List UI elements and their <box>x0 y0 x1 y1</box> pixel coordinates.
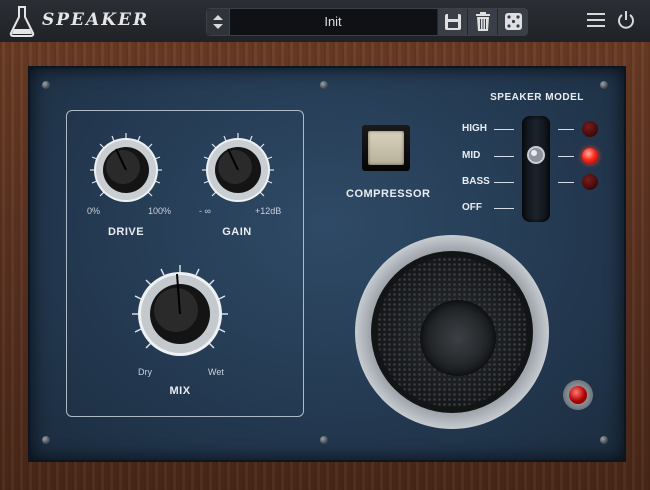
brand-title: SPEAKER <box>42 10 150 30</box>
led-high <box>582 121 598 137</box>
mix-label: MIX <box>169 385 191 397</box>
switch-tick <box>558 182 574 183</box>
screw <box>42 436 50 444</box>
screw <box>42 81 50 89</box>
compressor-button-face <box>368 131 404 165</box>
gain-label: GAIN <box>222 226 252 238</box>
top-bar: SPEAKER Init <box>0 0 650 43</box>
speaker-model-option-mid[interactable]: MID <box>462 150 514 164</box>
speaker-model-option-bass[interactable]: BASS <box>462 176 514 190</box>
power-icon[interactable] <box>616 10 636 30</box>
preset-bar: Init <box>206 8 528 36</box>
mix-max-label: Wet <box>208 367 224 377</box>
speaker-plugin: SPEAKER Init 0% 100% DRIVE - ∞ +12dB GAI… <box>0 0 650 490</box>
speaker-graphic <box>355 235 549 429</box>
gain-knob[interactable] <box>198 130 278 210</box>
bypass-led <box>569 386 587 404</box>
speaker-model-title: SPEAKER MODEL <box>490 92 584 103</box>
flask-icon <box>9 6 35 37</box>
led-mid <box>582 148 598 164</box>
compressor-label: COMPRESSOR <box>346 188 431 200</box>
hamburger-menu-icon[interactable] <box>586 10 606 30</box>
bypass-button[interactable] <box>563 380 593 410</box>
save-icon <box>445 14 461 30</box>
drive-knob[interactable] <box>86 130 166 210</box>
drive-min-label: 0% <box>87 206 101 216</box>
drive-label: DRIVE <box>107 226 145 238</box>
option-label: HIGH <box>462 123 487 134</box>
screw <box>320 436 328 444</box>
screw <box>320 81 328 89</box>
option-label: BASS <box>462 176 490 187</box>
gain-max-label: +12dB <box>255 206 282 216</box>
option-label: MID <box>462 150 481 161</box>
trash-icon <box>476 12 490 31</box>
speaker-model-option-off[interactable]: OFF <box>462 202 514 216</box>
compressor-button[interactable] <box>362 125 410 171</box>
up-down-arrows-icon[interactable] <box>207 9 230 35</box>
switch-tick <box>558 156 574 157</box>
gain-min-label: - ∞ <box>199 206 211 216</box>
option-label: OFF <box>462 202 482 213</box>
led-bass <box>582 174 598 190</box>
speaker-cone <box>420 300 496 376</box>
drive-max-label: 100% <box>148 206 172 216</box>
screw <box>600 436 608 444</box>
preset-name[interactable]: Init <box>229 9 437 35</box>
mix-knob[interactable] <box>128 262 232 366</box>
random-button[interactable] <box>497 9 528 35</box>
delete-button[interactable] <box>467 9 498 35</box>
speaker-model-option-high[interactable]: HIGH <box>462 123 514 137</box>
switch-tick <box>558 129 574 130</box>
mix-min-label: Dry <box>138 367 152 377</box>
save-button[interactable] <box>437 9 468 35</box>
speaker-model-switch[interactable] <box>522 116 550 222</box>
dice-icon <box>505 13 522 30</box>
screw <box>600 81 608 89</box>
